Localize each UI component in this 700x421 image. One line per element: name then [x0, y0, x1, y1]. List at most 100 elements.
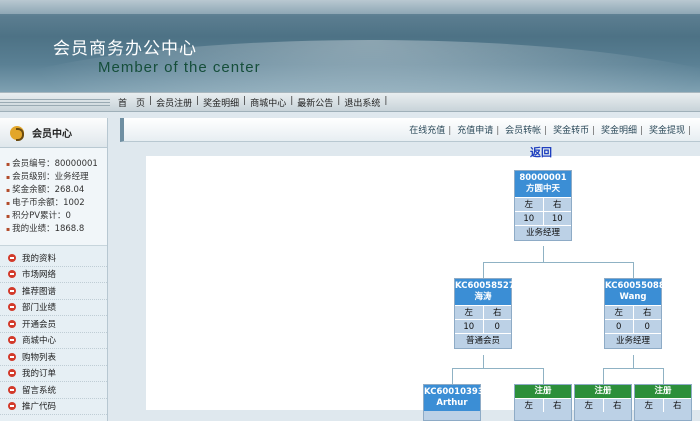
nav-separator: | — [290, 96, 294, 106]
link-bonus-detail[interactable]: 奖金明细 — [601, 126, 637, 136]
link-separator: | — [687, 126, 691, 136]
sidebar-item-profile[interactable]: 我的资料 — [0, 250, 107, 267]
left-label: 左 — [635, 398, 663, 412]
sidebar-item-department[interactable]: 部门业绩 — [0, 300, 107, 316]
node-level: 业务经理 — [515, 225, 571, 240]
content-toolbar: 在线充值 | 充值申请 | 会员转帐 | 奖金转币 | 奖金明细 | 奖金提现 | — [120, 118, 700, 142]
sidebar-item-label: 商城中心 — [22, 336, 57, 347]
register-link[interactable]: 注册 — [515, 385, 571, 398]
tree-connector — [483, 262, 484, 278]
node-counts: 10 0 — [455, 319, 511, 333]
link-separator: | — [544, 126, 548, 136]
register-link[interactable]: 注册 — [635, 385, 691, 398]
sidebar-item-label: 留言系统 — [22, 385, 57, 396]
member-id: 会员编号：80000001 — [6, 158, 107, 171]
sidebar-item-orders[interactable]: 我的订单 — [0, 366, 107, 382]
pv-total: 积分PV累计：0 — [6, 210, 107, 223]
node-side-labels: 左右 — [515, 398, 571, 412]
sidebar-item-label: 部门业绩 — [22, 303, 57, 314]
nav-home[interactable]: 首 页 — [118, 96, 145, 109]
tree-connector — [543, 246, 544, 262]
nav-bonus-detail[interactable]: 奖金明细 — [203, 96, 239, 109]
link-separator: | — [592, 126, 596, 136]
tree-node-root[interactable]: 80000001 方圆中天 左右 10 10 业务经理 — [514, 170, 572, 241]
back-link[interactable]: 返回 — [530, 144, 552, 160]
node-header: 80000001 方圆中天 — [515, 171, 571, 197]
register-link[interactable]: 注册 — [575, 385, 631, 398]
node-id: KC60010393 — [424, 387, 484, 397]
tree-node-left[interactable]: KC60058527 海涛 左右 10 0 普通会员 — [454, 278, 515, 349]
sidebar-item-label: 我的资料 — [22, 253, 57, 264]
right-count: 0 — [482, 319, 511, 333]
member-level: 会员级别：业务经理 — [6, 171, 107, 184]
link-member-transfer[interactable]: 会员转帐 — [505, 126, 541, 136]
sidebar-item-shopping-list[interactable]: 购物列表 — [0, 349, 107, 366]
nav-separator: | — [337, 96, 341, 106]
sidebar-header: 会员中心 — [0, 118, 107, 148]
tree-node-right[interactable]: KC60055088 Wang 左右 00 业务经理 — [604, 278, 665, 349]
right-label: 右 — [662, 398, 691, 412]
tree-connector — [603, 368, 664, 369]
nav-separator: | — [149, 96, 153, 106]
bonus-balance: 奖金余额：268.04 — [6, 184, 107, 197]
sidebar-item-promo-code[interactable]: 推广代码 — [0, 399, 107, 415]
main-nav-bar: 首 页 | 会员注册 | 奖金明细 | 商城中心 | 最新公告 | 退出系统 | — [0, 92, 700, 112]
sidebar-item-referral-chart[interactable]: 推荐图谱 — [0, 283, 107, 300]
left-label: 左 — [575, 398, 603, 412]
sidebar-menu: 我的资料 市场网络 推荐图谱 部门业绩 开通会员 商城中心 购物列表 我的订单 … — [0, 250, 107, 415]
node-id: KC60058527 — [455, 281, 515, 291]
left-count: 10 — [455, 319, 483, 333]
nav-separator: | — [243, 96, 247, 106]
tree-connector — [603, 368, 604, 384]
right-count: 10 — [542, 211, 571, 225]
sidebar-item-network[interactable]: 市场网络 — [0, 267, 107, 283]
ecoin-balance: 电子币余额：1002 — [6, 197, 107, 210]
bullet-icon — [8, 352, 16, 361]
link-bonus-withdraw[interactable]: 奖金提现 — [649, 126, 685, 136]
link-separator: | — [496, 126, 500, 136]
main-nav: 首 页 | 会员注册 | 奖金明细 | 商城中心 | 最新公告 | 退出系统 | — [118, 96, 391, 109]
sidebar-item-label: 开通会员 — [22, 319, 57, 330]
tree-node-register-slot[interactable]: 注册 左右 — [574, 384, 632, 421]
bullet-icon — [8, 286, 16, 295]
node-name: Wang — [619, 292, 647, 302]
sidebar-item-activate[interactable]: 开通会员 — [0, 316, 107, 333]
member-info: 会员编号：80000001 会员级别：业务经理 奖金余额：268.04 电子币余… — [0, 148, 107, 246]
sidebar: 会员中心 会员编号：80000001 会员级别：业务经理 奖金余额：268.04… — [0, 118, 108, 421]
node-header: KC60055088 Wang — [605, 279, 665, 305]
bullet-icon — [8, 303, 16, 312]
tree-node-left-left[interactable]: KC60010393 Arthur — [423, 384, 484, 421]
nav-logout[interactable]: 退出系统 — [344, 96, 380, 109]
tree-node-register-slot[interactable]: 注册 左右 — [634, 384, 692, 421]
left-label: 左 — [515, 398, 543, 412]
node-level: 普通会员 — [455, 333, 511, 348]
node-name: 海涛 — [474, 292, 492, 302]
link-separator: | — [448, 126, 452, 136]
sidebar-item-mall[interactable]: 商城中心 — [0, 333, 107, 349]
sidebar-item-label: 购物列表 — [22, 352, 57, 363]
tree-node-register-slot[interactable]: 注册 左右 — [514, 384, 572, 421]
sidebar-item-messages[interactable]: 留言系统 — [0, 382, 107, 399]
bullet-icon — [8, 253, 16, 262]
right-label: 右 — [482, 305, 511, 319]
bullet-icon — [8, 385, 16, 394]
node-header: KC60010393 Arthur — [424, 385, 484, 411]
tree-connector — [633, 355, 634, 368]
sidebar-item-label: 推荐图谱 — [22, 286, 57, 297]
link-online-recharge[interactable]: 在线充值 — [409, 126, 445, 136]
nav-announcements[interactable]: 最新公告 — [297, 96, 333, 109]
node-counts: 00 — [605, 319, 661, 333]
node-side-labels: 左右 — [455, 305, 511, 319]
node-side-labels: 左右 — [635, 398, 691, 412]
sidebar-item-label: 推广代码 — [22, 402, 57, 413]
right-label: 右 — [632, 305, 661, 319]
tree-connector — [452, 368, 453, 384]
member-icon — [10, 125, 24, 141]
link-bonus-to-coin[interactable]: 奖金转币 — [553, 126, 589, 136]
bullet-icon — [8, 319, 16, 328]
link-recharge-apply[interactable]: 充值申请 — [457, 126, 493, 136]
left-count: 0 — [605, 319, 633, 333]
nav-register[interactable]: 会员注册 — [156, 96, 192, 109]
node-level: 业务经理 — [605, 333, 661, 348]
nav-mall[interactable]: 商城中心 — [250, 96, 286, 109]
